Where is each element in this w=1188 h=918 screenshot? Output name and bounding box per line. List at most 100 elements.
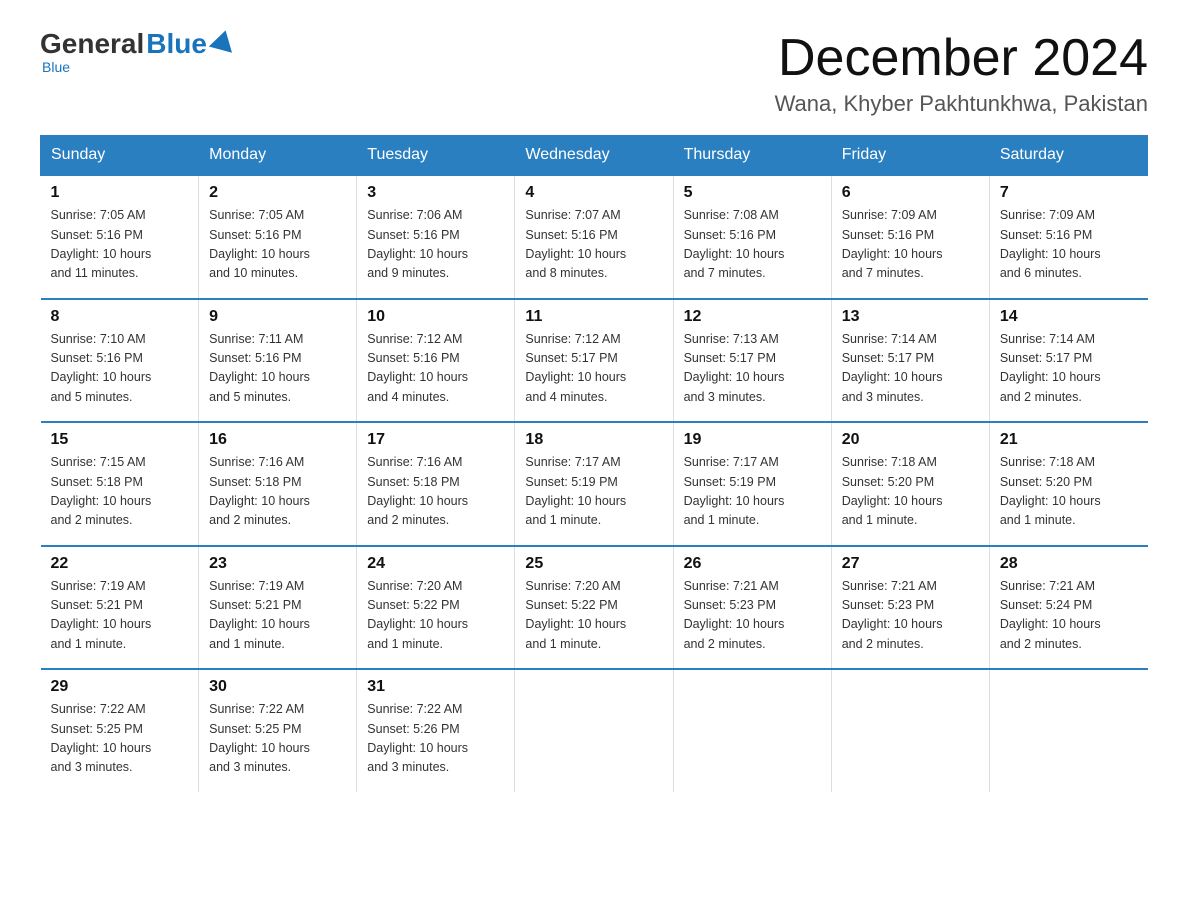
day-info: Sunrise: 7:21 AMSunset: 5:23 PMDaylight:…	[842, 577, 979, 655]
day-info: Sunrise: 7:17 AMSunset: 5:19 PMDaylight:…	[684, 453, 821, 531]
calendar-body: 1 Sunrise: 7:05 AMSunset: 5:16 PMDaylight…	[41, 175, 1148, 792]
header-cell-sunday: Sunday	[41, 136, 199, 176]
header-row: SundayMondayTuesdayWednesdayThursdayFrid…	[41, 136, 1148, 176]
calendar-cell: 10Sunrise: 7:12 AMSunset: 5:16 PMDayligh…	[357, 299, 515, 423]
day-info: Sunrise: 7:22 AMSunset: 5:25 PMDaylight:…	[209, 700, 346, 778]
logo-general: General	[40, 30, 144, 58]
day-info: Sunrise: 7:05 AMSunset: 5:16 PMDaylight:…	[209, 206, 346, 284]
calendar-cell: 30Sunrise: 7:22 AMSunset: 5:25 PMDayligh…	[199, 669, 357, 792]
logo-triangle-icon	[209, 27, 237, 53]
day-number: 24	[367, 555, 504, 573]
calendar-cell: 16Sunrise: 7:16 AMSunset: 5:18 PMDayligh…	[199, 422, 357, 546]
calendar-cell: 11 Sunrise: 7:12 AMSunset: 5:17 PMDayligh…	[515, 299, 673, 423]
calendar-cell: 21 Sunrise: 7:18 AMSunset: 5:20 PMDayligh…	[989, 422, 1147, 546]
day-number: 10	[367, 308, 504, 326]
day-number: 31	[367, 678, 504, 696]
calendar-week-row: 22 Sunrise: 7:19 AMSunset: 5:21 PMDayligh…	[41, 546, 1148, 670]
day-number: 2	[209, 184, 346, 202]
day-info: Sunrise: 7:15 AMSunset: 5:18 PMDaylight:…	[51, 453, 189, 531]
day-number: 3	[367, 184, 504, 202]
header-cell-thursday: Thursday	[673, 136, 831, 176]
day-info: Sunrise: 7:14 AMSunset: 5:17 PMDaylight:…	[842, 330, 979, 408]
header-cell-wednesday: Wednesday	[515, 136, 673, 176]
calendar-cell: 13Sunrise: 7:14 AMSunset: 5:17 PMDayligh…	[831, 299, 989, 423]
day-number: 22	[51, 555, 189, 573]
day-number: 14	[1000, 308, 1138, 326]
location: Wana, Khyber Pakhtunkhwa, Pakistan	[775, 91, 1148, 117]
calendar-cell: 27Sunrise: 7:21 AMSunset: 5:23 PMDayligh…	[831, 546, 989, 670]
day-info: Sunrise: 7:09 AMSunset: 5:16 PMDaylight:…	[1000, 206, 1138, 284]
calendar-week-row: 1 Sunrise: 7:05 AMSunset: 5:16 PMDaylight…	[41, 175, 1148, 299]
day-number: 17	[367, 431, 504, 449]
day-number: 6	[842, 184, 979, 202]
calendar-cell: 14 Sunrise: 7:14 AMSunset: 5:17 PMDayligh…	[989, 299, 1147, 423]
day-info: Sunrise: 7:10 AMSunset: 5:16 PMDaylight:…	[51, 330, 189, 408]
title-block: December 2024 Wana, Khyber Pakhtunkhwa, …	[775, 30, 1148, 117]
calendar-header: SundayMondayTuesdayWednesdayThursdayFrid…	[41, 136, 1148, 176]
day-number: 16	[209, 431, 346, 449]
day-info: Sunrise: 7:19 AMSunset: 5:21 PMDaylight:…	[209, 577, 346, 655]
calendar-cell: 17 Sunrise: 7:16 AMSunset: 5:18 PMDayligh…	[357, 422, 515, 546]
calendar-cell: 26Sunrise: 7:21 AMSunset: 5:23 PMDayligh…	[673, 546, 831, 670]
day-info: Sunrise: 7:06 AMSunset: 5:16 PMDaylight:…	[367, 206, 504, 284]
day-number: 23	[209, 555, 346, 573]
page-header: GeneralBlue Blue December 2024 Wana, Khy…	[40, 30, 1148, 117]
calendar-cell: 1 Sunrise: 7:05 AMSunset: 5:16 PMDaylight…	[41, 175, 199, 299]
calendar-cell	[831, 669, 989, 792]
day-info: Sunrise: 7:07 AMSunset: 5:16 PMDaylight:…	[525, 206, 662, 284]
calendar-cell	[989, 669, 1147, 792]
header-cell-saturday: Saturday	[989, 136, 1147, 176]
day-info: Sunrise: 7:14 AMSunset: 5:17 PMDaylight:…	[1000, 330, 1138, 408]
calendar-cell	[673, 669, 831, 792]
day-info: Sunrise: 7:22 AMSunset: 5:25 PMDaylight:…	[51, 700, 189, 778]
day-number: 20	[842, 431, 979, 449]
calendar-cell: 31 Sunrise: 7:22 AMSunset: 5:26 PMDayligh…	[357, 669, 515, 792]
day-number: 11	[525, 308, 662, 326]
day-number: 12	[684, 308, 821, 326]
calendar-cell: 2 Sunrise: 7:05 AMSunset: 5:16 PMDaylight…	[199, 175, 357, 299]
header-cell-tuesday: Tuesday	[357, 136, 515, 176]
calendar-cell: 5Sunrise: 7:08 AMSunset: 5:16 PMDaylight…	[673, 175, 831, 299]
day-info: Sunrise: 7:19 AMSunset: 5:21 PMDaylight:…	[51, 577, 189, 655]
calendar-cell	[515, 669, 673, 792]
calendar-cell: 19 Sunrise: 7:17 AMSunset: 5:19 PMDayligh…	[673, 422, 831, 546]
logo-text: GeneralBlue	[40, 30, 235, 58]
day-number: 28	[1000, 555, 1138, 573]
calendar-cell: 25Sunrise: 7:20 AMSunset: 5:22 PMDayligh…	[515, 546, 673, 670]
day-info: Sunrise: 7:11 AMSunset: 5:16 PMDaylight:…	[209, 330, 346, 408]
day-info: Sunrise: 7:09 AMSunset: 5:16 PMDaylight:…	[842, 206, 979, 284]
logo-subtitle: Blue	[42, 60, 70, 74]
day-info: Sunrise: 7:20 AMSunset: 5:22 PMDaylight:…	[367, 577, 504, 655]
day-info: Sunrise: 7:20 AMSunset: 5:22 PMDaylight:…	[525, 577, 662, 655]
logo: GeneralBlue Blue	[40, 30, 235, 74]
day-info: Sunrise: 7:18 AMSunset: 5:20 PMDaylight:…	[1000, 453, 1138, 531]
calendar-cell: 20 Sunrise: 7:18 AMSunset: 5:20 PMDayligh…	[831, 422, 989, 546]
calendar-cell: 29 Sunrise: 7:22 AMSunset: 5:25 PMDayligh…	[41, 669, 199, 792]
calendar-cell: 18 Sunrise: 7:17 AMSunset: 5:19 PMDayligh…	[515, 422, 673, 546]
day-number: 21	[1000, 431, 1138, 449]
day-number: 19	[684, 431, 821, 449]
calendar-cell: 23 Sunrise: 7:19 AMSunset: 5:21 PMDayligh…	[199, 546, 357, 670]
calendar-cell: 24 Sunrise: 7:20 AMSunset: 5:22 PMDayligh…	[357, 546, 515, 670]
calendar-cell: 8Sunrise: 7:10 AMSunset: 5:16 PMDaylight…	[41, 299, 199, 423]
day-number: 4	[525, 184, 662, 202]
month-title: December 2024	[775, 30, 1148, 87]
calendar-week-row: 29 Sunrise: 7:22 AMSunset: 5:25 PMDayligh…	[41, 669, 1148, 792]
day-number: 18	[525, 431, 662, 449]
day-info: Sunrise: 7:17 AMSunset: 5:19 PMDaylight:…	[525, 453, 662, 531]
calendar-cell: 28Sunrise: 7:21 AMSunset: 5:24 PMDayligh…	[989, 546, 1147, 670]
day-info: Sunrise: 7:08 AMSunset: 5:16 PMDaylight:…	[684, 206, 821, 284]
day-number: 26	[684, 555, 821, 573]
day-info: Sunrise: 7:18 AMSunset: 5:20 PMDaylight:…	[842, 453, 979, 531]
calendar-cell: 9Sunrise: 7:11 AMSunset: 5:16 PMDaylight…	[199, 299, 357, 423]
day-info: Sunrise: 7:16 AMSunset: 5:18 PMDaylight:…	[367, 453, 504, 531]
calendar-cell: 15Sunrise: 7:15 AMSunset: 5:18 PMDayligh…	[41, 422, 199, 546]
day-info: Sunrise: 7:22 AMSunset: 5:26 PMDaylight:…	[367, 700, 504, 778]
day-number: 1	[51, 184, 189, 202]
calendar-cell: 3 Sunrise: 7:06 AMSunset: 5:16 PMDaylight…	[357, 175, 515, 299]
day-info: Sunrise: 7:05 AMSunset: 5:16 PMDaylight:…	[51, 206, 189, 284]
day-number: 29	[51, 678, 189, 696]
calendar-week-row: 8Sunrise: 7:10 AMSunset: 5:16 PMDaylight…	[41, 299, 1148, 423]
day-info: Sunrise: 7:12 AMSunset: 5:17 PMDaylight:…	[525, 330, 662, 408]
day-number: 7	[1000, 184, 1138, 202]
